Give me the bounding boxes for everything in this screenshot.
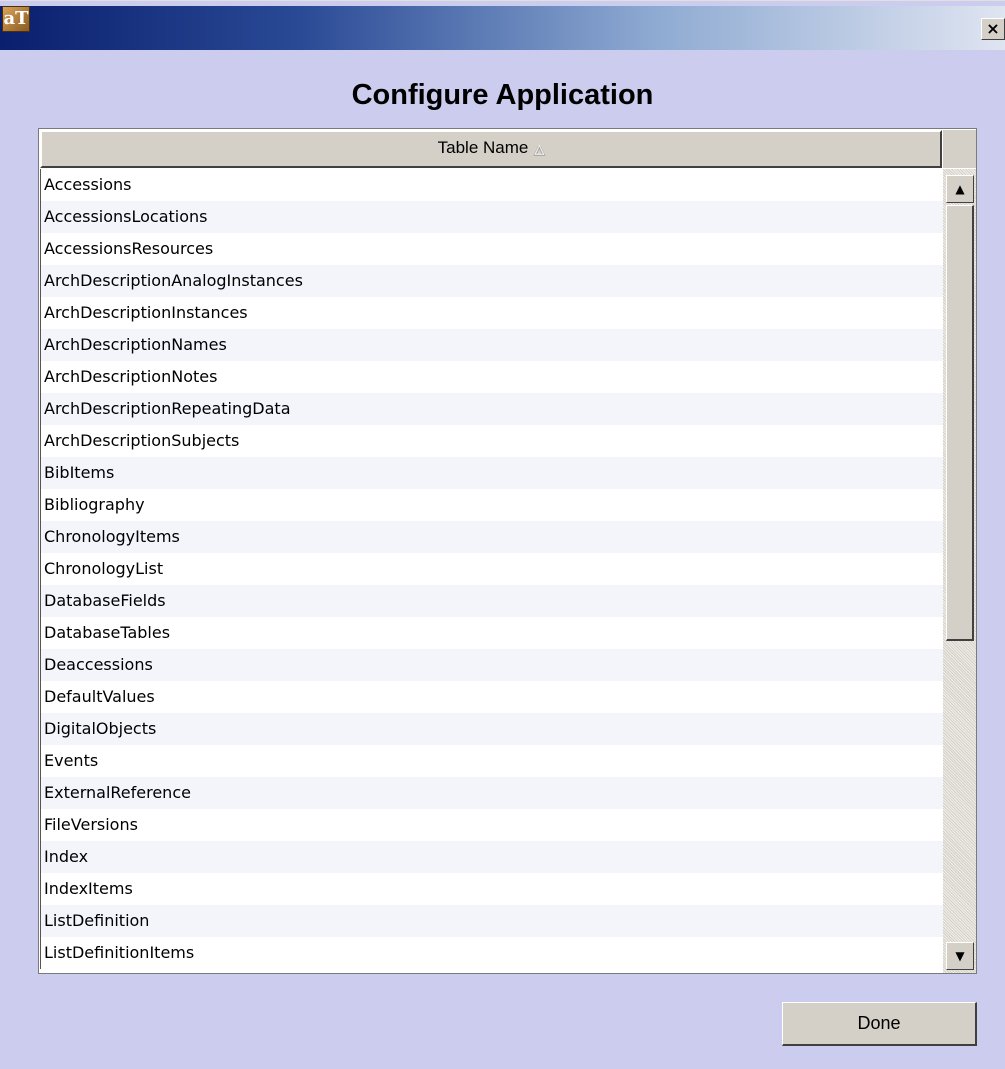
- table-row[interactable]: ChronologyList: [40, 553, 943, 585]
- column-header-table-name[interactable]: Table Name △: [40, 130, 942, 168]
- table-row[interactable]: ListDefinition: [40, 905, 943, 937]
- table-row[interactable]: AccessionsResources: [40, 233, 943, 265]
- table-row[interactable]: ArchDescriptionSubjects: [40, 425, 943, 457]
- table-row[interactable]: Bibliography: [40, 489, 943, 521]
- table-row[interactable]: DatabaseTables: [40, 617, 943, 649]
- done-button[interactable]: Done: [782, 1002, 977, 1046]
- scroll-up-button[interactable]: ▲: [946, 175, 974, 203]
- table-row[interactable]: BibItems: [40, 457, 943, 489]
- table-row[interactable]: ListDefinitionItems: [40, 937, 943, 969]
- app-logo-icon: aT: [2, 6, 30, 32]
- column-header-label: Table Name: [437, 138, 529, 157]
- table-row[interactable]: DatabaseFields: [40, 585, 943, 617]
- table-row[interactable]: IndexItems: [40, 873, 943, 905]
- table-row[interactable]: ExternalReference: [40, 777, 943, 809]
- dialog-title: Configure Application: [351, 79, 654, 111]
- table-row[interactable]: ChronologyItems: [40, 521, 943, 553]
- table-row[interactable]: ArchDescriptionAnalogInstances: [40, 265, 943, 297]
- table-row[interactable]: ArchDescriptionNotes: [40, 361, 943, 393]
- table-row[interactable]: ArchDescriptionNames: [40, 329, 943, 361]
- table-list: Table Name △ Accessions AccessionsLocation…: [38, 128, 977, 974]
- table-row[interactable]: Index: [40, 841, 943, 873]
- table-row[interactable]: DigitalObjects: [40, 713, 943, 745]
- close-button[interactable]: ×: [981, 18, 1005, 40]
- title-bar[interactable]: aT ×: [0, 6, 1005, 50]
- vertical-scrollbar[interactable]: ▲ ▼: [943, 169, 976, 973]
- table-row[interactable]: AccessionsLocations: [40, 201, 943, 233]
- table-row[interactable]: ArchDescriptionInstances: [40, 297, 943, 329]
- table-rows: Accessions AccessionsLocations AccessionsR…: [40, 169, 943, 973]
- table-row[interactable]: FileVersions: [40, 809, 943, 841]
- table-row[interactable]: Deaccessions: [40, 649, 943, 681]
- table-row[interactable]: ArchDescriptionRepeatingData: [40, 393, 943, 425]
- configure-application-window: aT × Configure Application Table Name △ A…: [0, 0, 1005, 1069]
- table-row[interactable]: Accessions: [40, 169, 943, 201]
- table-row[interactable]: DefaultValues: [40, 681, 943, 713]
- scroll-thumb[interactable]: [946, 205, 974, 641]
- header-corner: [943, 130, 976, 168]
- sort-ascending-icon: △: [534, 141, 545, 156]
- scroll-down-button[interactable]: ▼: [946, 942, 974, 970]
- table-row[interactable]: Events: [40, 745, 943, 777]
